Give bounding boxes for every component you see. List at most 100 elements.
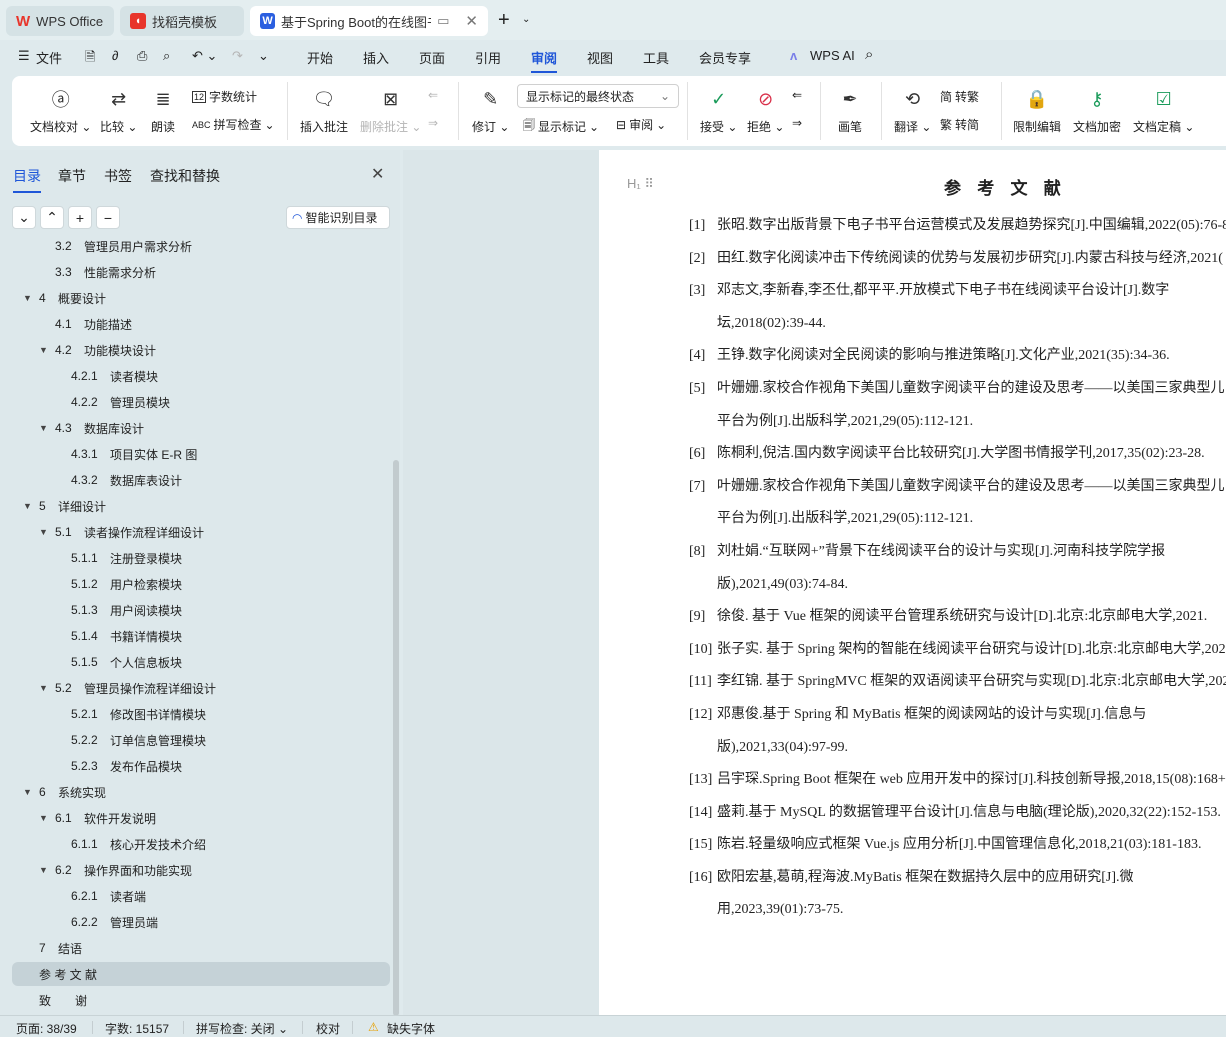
toc-item[interactable]: ▼ 5.2 管理员操作流程详细设计 [12,676,390,700]
expand-toggle-icon[interactable]: ▼ [23,501,32,511]
toc-item[interactable]: 5.1.5 个人信息板块 [12,650,390,674]
menu-file[interactable]: 文件 [36,48,62,67]
remove-level-button[interactable]: − [96,206,120,229]
expand-toggle-icon[interactable]: ▼ [39,423,48,433]
tab-toc[interactable]: 目录 [13,166,41,193]
toc-item[interactable]: 6.1.1 核心开发技术介绍 [12,832,390,856]
tab-docer[interactable]: ◖ 找稻壳模板 [120,6,244,36]
read-aloud-button[interactable]: ≣ 朗读 [151,86,175,135]
toc-item[interactable]: ▼ 5 详细设计 [12,494,390,518]
tab-chapters[interactable]: 章节 [58,166,86,186]
expand-toggle-icon[interactable]: ▼ [23,787,32,797]
translate-button[interactable]: ⟲ 翻译 ⌄ [894,86,931,135]
menu-wps-ai[interactable]: WPS AI [810,48,855,63]
pen-button[interactable]: ✒ 画笔 [838,86,862,135]
menu-review[interactable]: 审阅 [531,48,558,73]
toc-item[interactable]: ▼ 4.3 数据库设计 [12,416,390,440]
expand-down-button[interactable]: ⌄ [12,206,36,229]
add-level-button[interactable]: + [68,206,92,229]
expand-toggle-icon[interactable]: ▼ [39,345,48,355]
show-markup-button[interactable]: 🗐 显示标记 ⌄ [523,116,599,137]
menu-start[interactable]: 开始 [307,48,333,67]
print-icon[interactable]: ⎙ [137,48,147,64]
tab-bookmarks[interactable]: 书签 [104,166,132,186]
insert-comment-button[interactable]: 🗨 插入批注 [300,86,348,135]
reject-button[interactable]: ⊘ 拒绝 ⌄ [747,86,784,135]
toc-item[interactable]: 4.1 功能描述 [12,312,390,336]
smart-toc-button[interactable]: ◠ 智能识别目录 [286,206,390,229]
toc-item[interactable]: 5.1.4 书籍详情模块 [12,624,390,648]
expand-toggle-icon[interactable]: ▼ [23,293,32,303]
word-count-button[interactable]: 12 字数统计 [192,88,257,105]
document-page[interactable]: H₁ ⠿ 参 考 文 献 [1] 张昭.数字出版背景下电子书平台运营模式及发展趋势… [599,150,1226,1015]
close-icon[interactable]: ✕ [371,164,384,184]
hamburger-icon[interactable]: ☰ [18,48,30,64]
toc-item[interactable]: ▼ 6 系统实现 [12,780,390,804]
toc-item[interactable]: 5.1.1 注册登录模块 [12,546,390,570]
toc-item[interactable]: 5.2.1 修改图书详情模块 [12,702,390,726]
page-indicator[interactable]: 页面: 38/39 [16,1020,77,1037]
proofread-status[interactable]: 校对 [316,1020,340,1037]
toc-item[interactable]: 7 结语 [12,936,390,960]
print-preview-icon[interactable]: ⌕ [163,48,170,64]
menu-view[interactable]: 视图 [587,48,613,67]
menu-reference[interactable]: 引用 [475,48,501,67]
link-icon[interactable]: ∂ [112,48,118,63]
toc-item[interactable]: 6.2.1 读者端 [12,884,390,908]
tab-find-replace[interactable]: 查找和替换 [150,166,220,186]
new-tab-icon[interactable]: + [498,9,510,32]
toc-item[interactable]: 参 考 文 献 [12,962,390,986]
toc-item[interactable]: 6.2.2 管理员端 [12,910,390,934]
toc-item[interactable]: ▼ 4 概要设计 [12,286,390,310]
toc-item[interactable]: ▼ 5.1 读者操作流程详细设计 [12,520,390,544]
markup-state-select[interactable]: 显示标记的最终状态 ⌄ [517,84,679,108]
toc-item[interactable]: 致 谢 [12,988,390,1012]
close-icon[interactable]: ✕ [465,12,478,30]
expand-toggle-icon[interactable]: ▼ [39,527,48,537]
monitor-icon[interactable]: ▭ [437,13,449,29]
collapse-up-button[interactable]: ⌃ [40,206,64,229]
menu-tools[interactable]: 工具 [643,48,669,67]
toc-item[interactable]: ▼ 6.1 软件开发说明 [12,806,390,830]
sidebar-scrollbar[interactable] [393,460,399,1016]
compare-button[interactable]: ⇄ 比较 ⌄ [100,86,137,135]
more-chevron-icon[interactable]: ⌄ [258,48,269,64]
toc-item[interactable]: 3.2 管理员用户需求分析 [12,236,390,258]
toc-item[interactable]: 4.3.1 项目实体 E-R 图 [12,442,390,466]
menu-page[interactable]: 页面 [419,48,445,67]
toc-item[interactable]: 5.1.3 用户阅读模块 [12,598,390,622]
toc-item[interactable]: 3.3 性能需求分析 [12,260,390,284]
revise-button[interactable]: ✎ 修订 ⌄ [472,86,509,135]
proofread-button[interactable]: ⓐ 文档校对 ⌄ [30,86,91,135]
spell-check-button[interactable]: ABC 拼写检查 ⌄ [192,116,275,133]
toc-item[interactable]: 4.3.2 数据库表设计 [12,468,390,492]
encrypt-button[interactable]: ⚷ 文档加密 [1073,86,1121,135]
spell-check-status[interactable]: 拼写检查: 关闭 ⌄ [196,1020,288,1037]
review-pane-button[interactable]: ⊟ 审阅 ⌄ [616,116,666,133]
menu-insert[interactable]: 插入 [363,48,389,67]
next-change-icon[interactable]: ⇒ [792,116,802,130]
toc-item[interactable]: ▼ 6.2 操作界面和功能实现 [12,858,390,882]
toc-item[interactable]: 5.1.2 用户检索模块 [12,572,390,596]
search-icon[interactable]: ⌕ [865,46,873,63]
missing-font-status[interactable]: 缺失字体 [387,1020,435,1037]
next-comment-icon[interactable]: ⇒ [428,116,438,130]
toc-item[interactable]: 5.2.3 发布作品模块 [12,754,390,778]
delete-comment-button[interactable]: ⊠ 删除批注 ⌄ [360,86,421,135]
expand-toggle-icon[interactable]: ▼ [39,683,48,693]
toc-item[interactable]: 4.2.1 读者模块 [12,364,390,388]
tab-wps-office[interactable]: W WPS Office [6,6,114,36]
toc-item[interactable]: 5.2.2 订单信息管理模块 [12,728,390,752]
accept-button[interactable]: ✓ 接受 ⌄ [700,86,737,135]
prev-change-icon[interactable]: ⇐ [792,88,802,102]
expand-toggle-icon[interactable]: ▼ [39,865,48,875]
heading-style-icon[interactable]: H₁ ⠿ [627,176,654,192]
word-count[interactable]: 字数: 15157 [105,1020,169,1037]
expand-toggle-icon[interactable]: ▼ [39,813,48,823]
save-icon[interactable]: 🗎 [85,48,95,70]
redo-icon[interactable]: ↷ [232,48,243,64]
toc-item[interactable]: ▼ 4.2 功能模块设计 [12,338,390,362]
undo-icon[interactable]: ↶ ⌄ [192,48,217,64]
finalize-button[interactable]: ☑ 文档定稿 ⌄ [1133,86,1194,135]
menu-member[interactable]: 会员专享 [699,48,751,67]
